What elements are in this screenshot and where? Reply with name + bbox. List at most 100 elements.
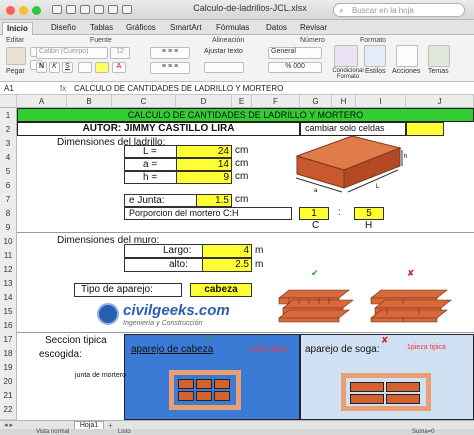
col-h[interactable]: H	[332, 95, 356, 108]
name-box[interactable]: A1	[4, 84, 44, 93]
percent-icon[interactable]: % 000	[268, 62, 322, 73]
svg-text:h: h	[404, 154, 407, 160]
tab-tablas[interactable]: Tablas	[86, 22, 117, 35]
col-e[interactable]: E	[232, 95, 252, 108]
civilgeeks-logo-icon	[97, 303, 119, 325]
L-value-cell[interactable]: 24	[176, 145, 232, 158]
styles-label: Estilos	[365, 68, 386, 75]
minimize-window-button[interactable]	[19, 6, 28, 15]
search-input[interactable]: ⌕ Buscar en la hoja	[333, 3, 465, 17]
ribbon-tabs: Inicio Diseño Tablas Gráficos SmartArt F…	[0, 20, 474, 35]
bold-button[interactable]: N	[36, 62, 47, 73]
fill-color-icon[interactable]	[95, 62, 109, 73]
window-title: Calculo-de-ladrillos-JCL.xlsx	[193, 3, 307, 13]
a-value-cell[interactable]: 14	[176, 158, 232, 171]
formula-input[interactable]: CALCULO DE CANTIDADES DE LADRILLO Y MORT…	[74, 84, 283, 93]
header-pieza-label: 1pieza tipica	[249, 346, 288, 353]
junta-value-cell[interactable]: 1.5	[196, 194, 232, 207]
conditional-format-icon[interactable]	[334, 45, 358, 67]
stretcher-pieza-label: 1pieza tipica	[407, 344, 446, 351]
search-icon: ⌕	[339, 5, 345, 15]
view-mode[interactable]: Vista normal	[36, 429, 69, 435]
divider-2	[17, 332, 474, 333]
zoom-window-button[interactable]	[32, 6, 41, 15]
font-size-select[interactable]: 12	[110, 47, 130, 59]
wrap-text-button[interactable]: Ajustar texto	[204, 48, 243, 55]
h-unit: cm	[235, 171, 249, 182]
font-name-select[interactable]: Calibri (Cuerpo)	[36, 47, 108, 59]
prop-h-cell[interactable]: 5	[354, 207, 384, 220]
prop-label-cell: Porporcion del mortero C:H	[124, 207, 292, 220]
conditional-format-label: Condicional Formato	[332, 68, 364, 80]
col-j[interactable]: J	[406, 95, 474, 108]
brick-diagram: h a L	[295, 135, 407, 194]
escogida-label: escogida:	[39, 349, 82, 360]
close-window-button[interactable]	[6, 6, 15, 15]
paste-icon[interactable]	[6, 47, 26, 65]
merge-button[interactable]	[204, 62, 244, 73]
font-color-icon[interactable]: A	[112, 62, 126, 73]
excel-window: Calculo-de-ladrillos-JCL.xlsx ⌕ Buscar en…	[0, 0, 474, 435]
tab-smartart[interactable]: SmartArt	[166, 22, 206, 35]
col-f[interactable]: F	[252, 95, 300, 108]
borders-icon[interactable]	[78, 62, 92, 73]
status-sum: Suma=0	[412, 429, 435, 435]
sheet-grid: CALCULO DE CANTIDADES DE LADRILLO Y MORT…	[17, 108, 474, 420]
prop-separator: :	[338, 207, 341, 218]
print-icon[interactable]	[94, 5, 104, 14]
italic-button[interactable]: K	[49, 62, 60, 73]
group-numero: Número	[300, 37, 325, 44]
col-g[interactable]: G	[300, 95, 332, 108]
header-section-panel: aparejo de cabeza 1pieza tipica ✔	[124, 334, 300, 420]
themes-icon[interactable]	[428, 45, 450, 67]
styles-icon[interactable]	[364, 45, 386, 67]
logo-subtitle: Ingeniería y Construcción	[123, 320, 203, 327]
tab-diseno[interactable]: Diseño	[47, 22, 80, 35]
alto-unit: m	[255, 259, 264, 270]
col-c[interactable]: C	[112, 95, 176, 108]
logo-text: civilgeeks.com	[123, 302, 230, 319]
align-left-icon[interactable]: ≡ ≡ ≡	[150, 47, 190, 59]
note-sample-cell[interactable]	[406, 122, 444, 136]
author-cell[interactable]: AUTOR: JIMMY CASTILLO LIRA	[17, 122, 300, 136]
save-icon[interactable]	[80, 5, 90, 14]
header-section-title: aparejo de cabeza	[131, 344, 214, 355]
L-unit: cm	[235, 145, 249, 156]
h-value-cell[interactable]: 9	[176, 171, 232, 184]
tab-datos[interactable]: Datos	[262, 22, 291, 35]
alto-value-cell[interactable]: 2.5	[202, 258, 252, 272]
fx-icon: fx	[60, 84, 67, 93]
ribbon: Editar Fuente Alineación Número Formato …	[0, 35, 474, 82]
col-b[interactable]: B	[67, 95, 112, 108]
col-d[interactable]: D	[176, 95, 232, 108]
tab-graficos[interactable]: Gráficos	[122, 22, 160, 35]
open-icon[interactable]	[66, 5, 76, 14]
c-caption: C	[312, 220, 320, 231]
svg-text:a: a	[314, 188, 318, 194]
col-a[interactable]: A	[17, 95, 67, 108]
new-doc-icon[interactable]	[52, 5, 62, 14]
prop-c-cell[interactable]: 1	[299, 207, 329, 220]
largo-unit: m	[255, 245, 264, 256]
paste-label: Pegar	[6, 68, 25, 75]
largo-value-cell[interactable]: 4	[202, 244, 252, 258]
row-22[interactable]: 22	[0, 402, 17, 420]
cross-icon: ✘	[407, 268, 415, 278]
tab-revisar[interactable]: Revisar	[296, 22, 331, 35]
undo-icon[interactable]	[108, 5, 118, 14]
sheet-nav-first[interactable]: ◂ ▸	[4, 421, 13, 429]
redo-icon[interactable]	[122, 5, 132, 14]
aparejo-select[interactable]: cabeza	[190, 283, 252, 297]
column-headers: A B C D E F G H I J	[0, 95, 474, 108]
number-format-select[interactable]: General	[268, 47, 322, 59]
actions-icon[interactable]	[396, 45, 418, 67]
banner-cell[interactable]: CALCULO DE CANTIDADES DE LADRILLO Y MORT…	[17, 108, 474, 122]
select-all-corner[interactable]	[0, 95, 17, 108]
stretcher-bond-image: ✘	[370, 268, 452, 323]
col-i[interactable]: I	[356, 95, 406, 108]
indent-icon[interactable]: ≡ ≡ ≡	[150, 62, 190, 74]
tab-formulas[interactable]: Fórmulas	[212, 22, 253, 35]
underline-button[interactable]: S	[62, 62, 73, 73]
aparejo-label-cell: Tipo de aparejo:	[74, 283, 182, 297]
tab-inicio[interactable]: Inicio	[2, 22, 33, 35]
